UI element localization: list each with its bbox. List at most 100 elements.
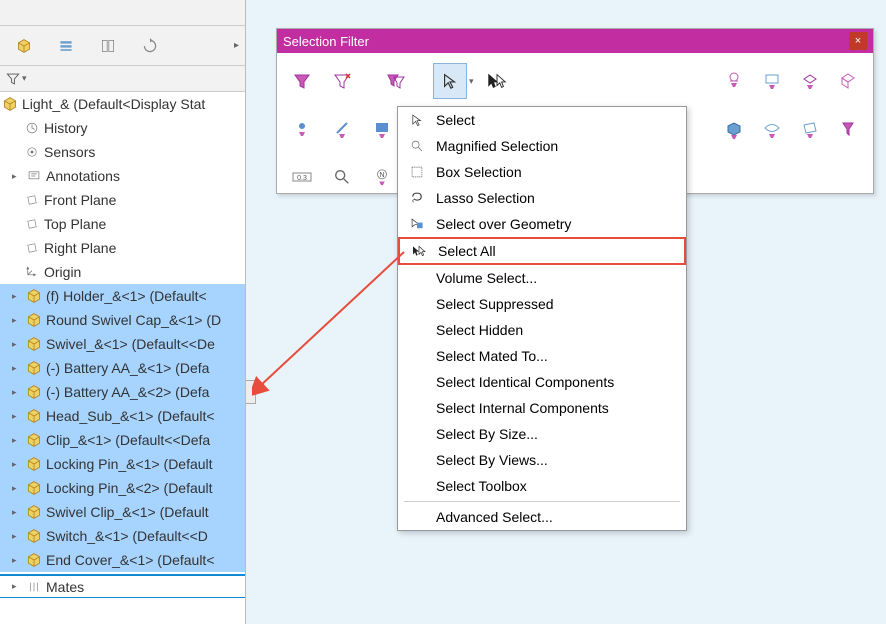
filter-clear-button[interactable] — [325, 63, 359, 99]
diamond-filter-icon — [838, 71, 858, 91]
tree-label: Sensors — [44, 144, 95, 160]
menu-select-suppressed[interactable]: Select Suppressed — [398, 291, 686, 317]
expand-arrow[interactable]: ▸ — [12, 555, 22, 566]
expand-arrow[interactable]: ▸ — [12, 291, 22, 302]
tree-mates-item[interactable]: ▸ Mates — [0, 574, 245, 598]
menu-select-toolbox[interactable]: Select Toolbox — [398, 473, 686, 499]
expand-arrow[interactable]: ▸ — [12, 459, 22, 470]
cursor-all-icon — [410, 242, 428, 260]
filter-last-button[interactable] — [831, 111, 865, 147]
plane-icon — [24, 240, 40, 256]
filter-axis-button[interactable] — [793, 111, 827, 147]
expand-arrow[interactable]: ▸ — [12, 387, 22, 398]
tree-annotations-item[interactable]: ▸ Annotations — [0, 164, 245, 188]
tree-history-item[interactable]: History — [0, 116, 245, 140]
menu-select-identical-components[interactable]: Select Identical Components — [398, 369, 686, 395]
tree-part-item[interactable]: ▸ Swivel Clip_&<1> (Default — [0, 500, 245, 524]
tree-part-item[interactable]: ▸ End Cover_&<1> (Default< — [0, 548, 245, 572]
filter-vertex-button[interactable] — [717, 63, 751, 99]
filter-invert-button[interactable] — [379, 63, 413, 99]
filter-plane-button[interactable] — [365, 111, 399, 147]
tree-top-plane-item[interactable]: Top Plane — [0, 212, 245, 236]
panel-toolbar: ▸ — [0, 26, 245, 66]
menu-label: Select Toolbox — [436, 478, 676, 494]
panel-top-bar — [0, 0, 245, 26]
expand-arrow[interactable]: ▸ — [12, 435, 22, 446]
menu-lasso-selection[interactable]: Lasso Selection — [398, 185, 686, 211]
menu-label: Advanced Select... — [436, 509, 676, 525]
filter-toggle-button[interactable] — [285, 63, 319, 99]
tree-right-plane-item[interactable]: Right Plane — [0, 236, 245, 260]
tree-part-item[interactable]: ▸ Swivel_&<1> (Default<<De — [0, 332, 245, 356]
tree-label: Round Swivel Cap_&<1> (D — [46, 312, 221, 328]
display-manager-button[interactable] — [88, 29, 128, 63]
filter-block-button[interactable] — [717, 111, 751, 147]
blank-icon — [408, 508, 426, 526]
flyout-handle[interactable] — [246, 380, 256, 404]
assembly-view-button[interactable] — [4, 29, 44, 63]
tree-sensors-item[interactable]: Sensors — [0, 140, 245, 164]
menu-select-by-views[interactable]: Select By Views... — [398, 447, 686, 473]
tree-part-item[interactable]: ▸ (-) Battery AA_&<1> (Defa — [0, 356, 245, 380]
filter-line-button[interactable] — [325, 111, 359, 147]
blank-icon — [408, 425, 426, 443]
expand-arrow[interactable]: ▸ — [12, 483, 22, 494]
expand-arrow[interactable]: ▸ — [12, 339, 22, 350]
menu-select-by-size[interactable]: Select By Size... — [398, 421, 686, 447]
filter-dim-button[interactable]: 0.3 — [285, 159, 319, 195]
dropdown-arrow[interactable]: ▾ — [469, 76, 474, 87]
tree-part-item[interactable]: ▸ (f) Holder_&<1> (Default< — [0, 284, 245, 308]
funnel-icon[interactable] — [6, 72, 20, 86]
select-cursor-button[interactable] — [433, 63, 467, 99]
toolbar-expand-arrow[interactable]: ▸ — [234, 40, 241, 51]
tree-root-item[interactable]: Light_& (Default<Display Stat — [0, 92, 245, 116]
tree-part-item[interactable]: ▸ Round Swivel Cap_&<1> (D — [0, 308, 245, 332]
tree-front-plane-item[interactable]: Front Plane — [0, 188, 245, 212]
menu-select-mated-to[interactable]: Select Mated To... — [398, 343, 686, 369]
tree-part-item[interactable]: ▸ Head_Sub_&<1> (Default< — [0, 404, 245, 428]
vertex-filter-icon — [724, 71, 744, 91]
history-icon — [24, 120, 40, 136]
close-button[interactable]: × — [849, 32, 867, 50]
expand-arrow[interactable]: ▸ — [12, 363, 22, 374]
tree-origin-item[interactable]: Origin — [0, 260, 245, 284]
menu-magnified-selection[interactable]: Magnified Selection — [398, 133, 686, 159]
menu-select-over-geometry[interactable]: Select over Geometry — [398, 211, 686, 237]
expand-arrow[interactable]: ▸ — [12, 171, 22, 182]
filter-search-button[interactable] — [325, 159, 359, 195]
tree-part-item[interactable]: ▸ (-) Battery AA_&<2> (Defa — [0, 380, 245, 404]
tree-part-item[interactable]: ▸ Clip_&<1> (Default<<Defa — [0, 428, 245, 452]
filter-special-button[interactable] — [831, 63, 865, 99]
filter-point-button[interactable] — [285, 111, 319, 147]
selection-filter-titlebar[interactable]: Selection Filter × — [277, 29, 873, 53]
filter-face-button[interactable] — [793, 63, 827, 99]
motion-study-button[interactable] — [130, 29, 170, 63]
tree-label: Swivel Clip_&<1> (Default — [46, 504, 209, 520]
filter-edge-button[interactable] — [755, 63, 789, 99]
menu-select-hidden[interactable]: Select Hidden — [398, 317, 686, 343]
tree-part-item[interactable]: ▸ Locking Pin_&<2> (Default — [0, 476, 245, 500]
menu-select[interactable]: Select — [398, 107, 686, 133]
menu-select-internal-components[interactable]: Select Internal Components — [398, 395, 686, 421]
menu-label: Select Hidden — [436, 322, 676, 338]
expand-arrow[interactable]: ▸ — [12, 531, 22, 542]
menu-box-selection[interactable]: Box Selection — [398, 159, 686, 185]
plane-icon — [24, 192, 40, 208]
funnel-icon — [292, 71, 312, 91]
expand-arrow[interactable]: ▸ — [12, 507, 22, 518]
expand-arrow[interactable]: ▸ — [12, 315, 22, 326]
part-cube-icon — [26, 384, 42, 400]
filter-surface-button[interactable] — [755, 111, 789, 147]
filter-dropdown-arrow[interactable]: ▾ — [22, 73, 27, 84]
select-all-cursor-button[interactable] — [480, 63, 514, 99]
tree-part-item[interactable]: ▸ Switch_&<1> (Default<<D — [0, 524, 245, 548]
list-icon — [58, 38, 74, 54]
menu-advanced-select[interactable]: Advanced Select... — [398, 504, 686, 530]
tree-part-item[interactable]: ▸ Locking Pin_&<1> (Default — [0, 452, 245, 476]
config-view-button[interactable] — [46, 29, 86, 63]
expand-arrow[interactable]: ▸ — [12, 581, 22, 592]
filter-note-button[interactable]: N — [365, 159, 399, 195]
menu-volume-select[interactable]: Volume Select... — [398, 265, 686, 291]
expand-arrow[interactable]: ▸ — [12, 411, 22, 422]
menu-select-all[interactable]: Select All — [398, 237, 686, 265]
